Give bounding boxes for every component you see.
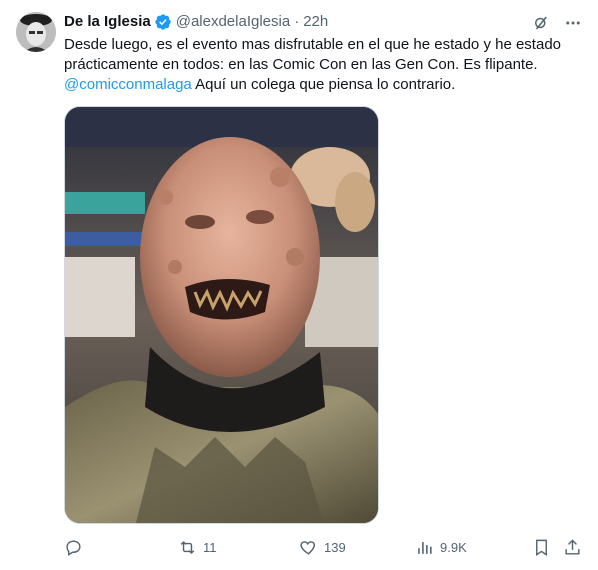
timestamp[interactable]: 22h xyxy=(303,12,328,32)
tweet-text-tail: Aquí un colega que piensa lo contrario. xyxy=(191,76,456,93)
tweet-text: Desde luego, es el evento mas disfrutabl… xyxy=(64,35,584,95)
views-icon xyxy=(418,541,432,554)
tweet-card[interactable]: De la Iglesia @alexdelaIglesia · 22h Des… xyxy=(0,0,598,570)
bookmark-icon xyxy=(536,539,547,556)
handle[interactable]: @alexdelaIglesia xyxy=(176,12,290,32)
share-icon xyxy=(565,538,580,555)
retweet-button[interactable]: 11 xyxy=(178,537,217,557)
display-name[interactable]: De la Iglesia xyxy=(64,12,151,32)
tweet-header: De la Iglesia @alexdelaIglesia · 22h xyxy=(64,12,328,32)
like-button[interactable]: 139 xyxy=(299,537,346,557)
views-count: 9.9K xyxy=(440,539,467,555)
separator-dot: · xyxy=(294,13,300,30)
grok-icon xyxy=(535,16,547,30)
retweet-icon xyxy=(180,540,195,554)
bookmark-button[interactable] xyxy=(532,537,551,557)
like-icon xyxy=(300,540,316,555)
retweet-count: 11 xyxy=(203,539,217,555)
reply-icon xyxy=(66,539,81,556)
action-bar: 11 139 9.9K xyxy=(64,537,584,557)
views-button[interactable]: 9.9K xyxy=(415,537,467,557)
more-button[interactable] xyxy=(562,12,584,34)
more-icon xyxy=(566,21,580,25)
tweet-text-body: Desde luego, es el evento mas disfrutabl… xyxy=(64,36,561,73)
tweet-photo[interactable] xyxy=(64,106,379,524)
mention-link[interactable]: @comicconmalaga xyxy=(64,76,192,93)
like-count: 139 xyxy=(324,539,346,555)
reply-button[interactable] xyxy=(64,537,89,557)
verified-badge-icon xyxy=(155,14,171,30)
share-button[interactable] xyxy=(563,537,582,557)
avatar[interactable] xyxy=(16,12,56,52)
grok-button[interactable] xyxy=(530,12,552,34)
